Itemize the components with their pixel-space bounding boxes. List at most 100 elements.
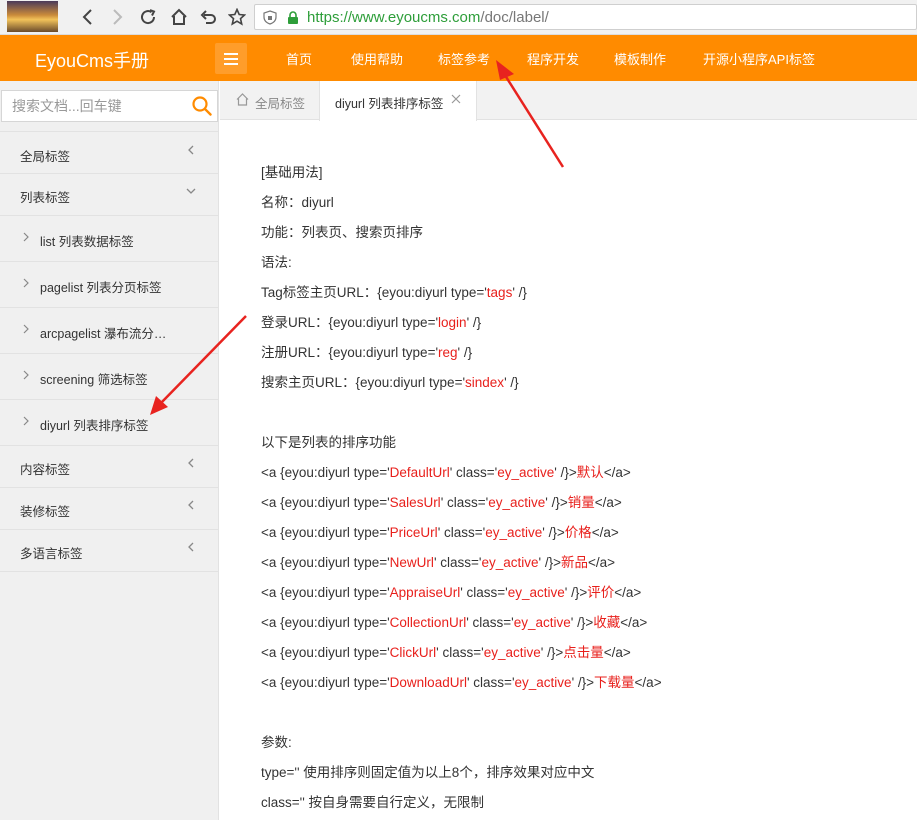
undo-icon[interactable] [197, 6, 219, 28]
code-text: ' class=' [440, 495, 489, 510]
chevron-right-icon [23, 324, 29, 334]
sidebar-item-arcpagelist[interactable]: arcpagelist 瀑布流分… [0, 308, 218, 354]
code-text: ' /} [466, 315, 482, 330]
code-text: <a {eyou:diyurl type=' [261, 525, 390, 540]
sort-example: <a {eyou:diyurl type='SalesUrl' class='e… [261, 493, 901, 523]
sidebar-item-label: arcpagelist 瀑布流分… [40, 327, 167, 341]
sort-example: <a {eyou:diyurl type='DownloadUrl' class… [261, 673, 901, 703]
sidebar-item-list[interactable]: list 列表数据标签 [0, 216, 218, 262]
code-text: <a {eyou:diyurl type=' [261, 555, 390, 570]
close-icon[interactable] [451, 94, 461, 104]
sidebar-group-list[interactable]: 列表标签 [0, 174, 218, 216]
code-value: DefaultUrl [389, 465, 450, 480]
sidebar-group-label: 装修标签 [20, 505, 71, 519]
code-text: ' /}> [542, 525, 565, 540]
back-icon[interactable] [77, 6, 99, 28]
doc-content: [基础用法] 名称：diyurl 功能：列表页、搜索页排序 语法: Tag标签主… [261, 163, 901, 823]
code-text: <a {eyou:diyurl type=' [261, 585, 390, 600]
site-header: EyouCms手册 首页 使用帮助 标签参考 程序开发 模板制作 开源小程序AP… [0, 35, 917, 81]
syntax-example: Tag标签主页URL：{eyou:diyurl type='tags' /} [261, 283, 901, 313]
code-text: ' class=' [460, 585, 508, 600]
sort-example: <a {eyou:diyurl type='ClickUrl' class='e… [261, 643, 901, 673]
tab-diyurl[interactable]: diyurl 列表排序标签 [319, 81, 477, 121]
code-value: CollectionUrl [389, 615, 467, 630]
sidebar-group-decoration[interactable]: 装修标签 [0, 488, 218, 530]
shield-icon[interactable] [263, 10, 277, 25]
params-heading: 参数: [261, 735, 292, 750]
code-text: <a {eyou:diyurl type=' [261, 615, 390, 630]
sort-example: <a {eyou:diyurl type='NewUrl' class='ey_… [261, 553, 901, 583]
code-value: ClickUrl [389, 645, 437, 660]
tab-bar: 全局标签 diyurl 列表排序标签 [220, 81, 917, 121]
sidebar-group-label: 列表标签 [20, 191, 71, 205]
code-text: ' class=' [433, 555, 482, 570]
search-box [1, 90, 218, 122]
search-input[interactable] [2, 91, 182, 121]
code-value: 价格 [564, 525, 592, 540]
param-type: type='' 使用排序则固定值为以上8个，排序效果对应中文 [261, 765, 595, 780]
code-text: </a> [603, 465, 631, 480]
code-text: ' class=' [466, 615, 514, 630]
code-value: 默认 [576, 465, 604, 480]
menu-toggle-button[interactable] [215, 43, 247, 74]
sidebar-item-diyurl[interactable]: diyurl 列表排序标签 [0, 400, 218, 446]
code-text: </a> [614, 585, 642, 600]
code-text: <a {eyou:diyurl type=' [261, 675, 390, 690]
code-text: ' /} [457, 345, 473, 360]
chevron-left-icon [188, 145, 194, 155]
chevron-left-icon [188, 458, 194, 468]
nav-development[interactable]: 程序开发 [527, 49, 579, 68]
reload-icon[interactable] [137, 6, 159, 28]
site-logo[interactable]: EyouCms手册 [35, 47, 149, 73]
tab-thumbnail[interactable] [7, 1, 58, 32]
sidebar-group-label: 全局标签 [20, 150, 71, 164]
sidebar: 全局标签 列表标签 list 列表数据标签 pagelist 列表分页标签 ar… [0, 81, 219, 820]
param-class: class='' 按自身需要自行定义，无限制 [261, 795, 485, 810]
url-text[interactable]: https://www.eyoucms.com/doc/label/ [307, 9, 549, 26]
code-value: ey_active [514, 675, 572, 690]
sidebar-group-global[interactable]: 全局标签 [0, 131, 218, 174]
sidebar-group-content[interactable]: 内容标签 [0, 446, 218, 488]
code-text: <a {eyou:diyurl type=' [261, 645, 390, 660]
code-value: NewUrl [389, 555, 434, 570]
nav-home[interactable]: 首页 [286, 49, 312, 68]
code-value: 下载量 [594, 675, 635, 690]
sidebar-item-pagelist[interactable]: pagelist 列表分页标签 [0, 262, 218, 308]
sidebar-group-label: 多语言标签 [20, 547, 83, 561]
code-text: ' /}> [564, 585, 588, 600]
search-icon[interactable] [192, 96, 212, 116]
chevron-left-icon [188, 500, 194, 510]
code-value: AppraiseUrl [389, 585, 461, 600]
home-icon[interactable] [168, 6, 190, 28]
code-value: reg [438, 345, 458, 360]
code-text: ' class=' [449, 465, 498, 480]
nav-tag-reference[interactable]: 标签参考 [438, 49, 490, 68]
sidebar-item-screening[interactable]: screening 筛选标签 [0, 354, 218, 400]
chevron-right-icon [23, 416, 29, 426]
code-text: ' /}> [538, 555, 562, 570]
code-text: 登录URL：{eyou:diyurl type=' [261, 315, 439, 330]
sort-example: <a {eyou:diyurl type='PriceUrl' class='e… [261, 523, 901, 553]
sidebar-group-multilang[interactable]: 多语言标签 [0, 530, 218, 572]
code-value: 评价 [587, 585, 615, 600]
address-bar[interactable]: https://www.eyoucms.com/doc/label/ [254, 4, 917, 30]
chevron-right-icon [23, 232, 29, 242]
forward-icon[interactable] [106, 6, 128, 28]
code-value: 新品 [561, 555, 589, 570]
chevron-left-icon [188, 542, 194, 552]
tab-label: diyurl 列表排序标签 [335, 97, 444, 111]
nav-template[interactable]: 模板制作 [614, 49, 666, 68]
nav-help[interactable]: 使用帮助 [351, 49, 403, 68]
code-text: ' /}> [570, 615, 594, 630]
code-text: </a> [634, 675, 662, 690]
code-value: ey_active [481, 555, 539, 570]
tab-global[interactable]: 全局标签 [220, 81, 318, 120]
code-value: 销量 [567, 495, 595, 510]
code-value: ey_active [485, 525, 543, 540]
code-value: ey_active [507, 585, 565, 600]
code-text: </a> [591, 525, 619, 540]
code-value: sindex [465, 375, 505, 390]
nav-miniprogram-api[interactable]: 开源小程序API标签 [703, 49, 815, 68]
code-text: </a> [588, 555, 616, 570]
star-icon[interactable] [226, 6, 248, 28]
